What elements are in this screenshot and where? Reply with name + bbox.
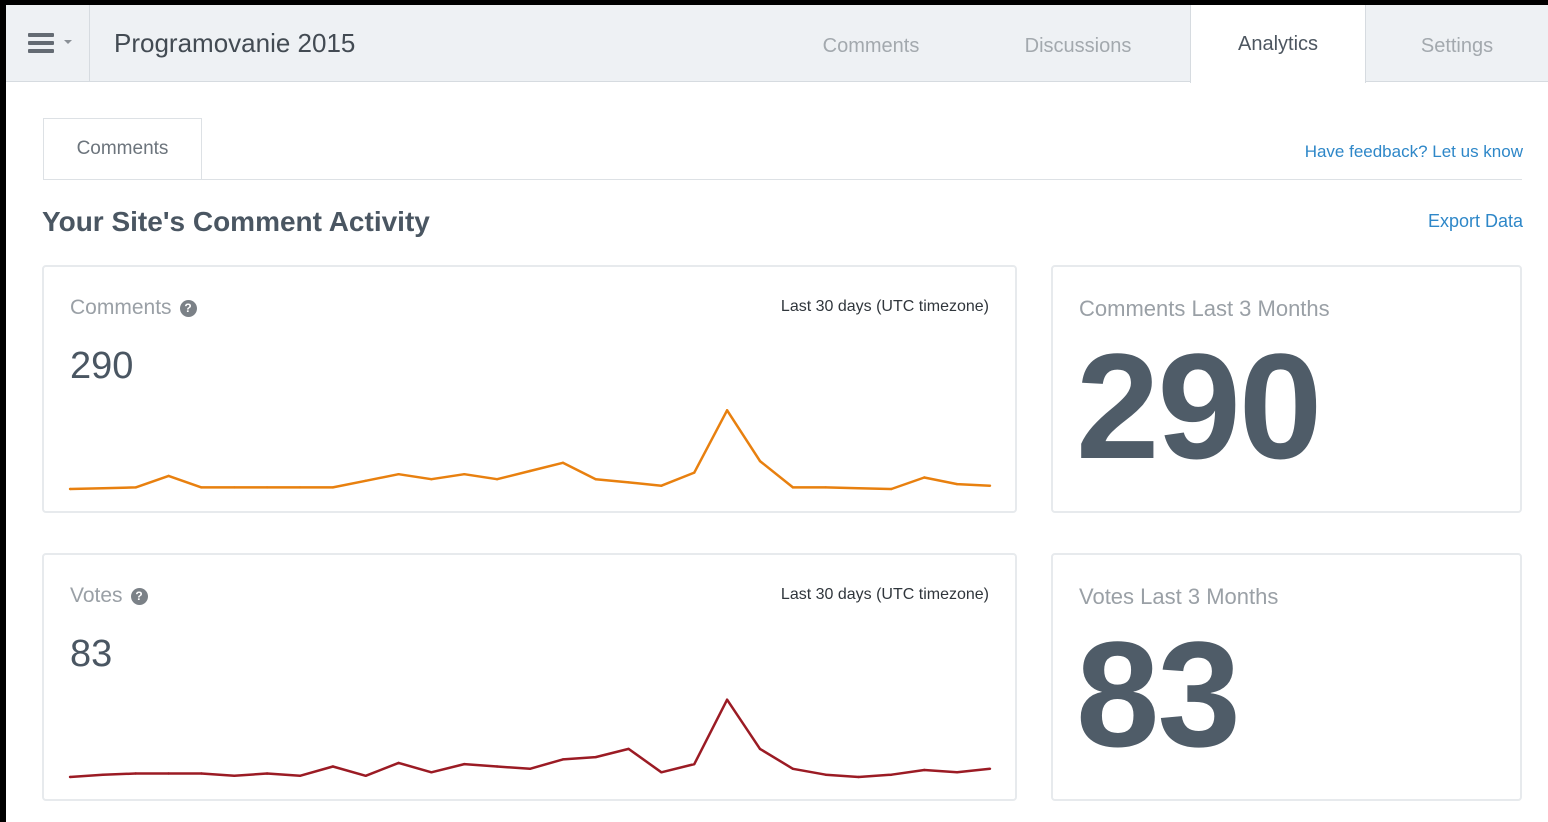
comments-point-19 [693, 471, 696, 474]
votes-point-12 [463, 762, 466, 766]
comments-point-24 [857, 487, 860, 490]
votes-point-9 [364, 774, 367, 777]
votes-point-28 [988, 767, 992, 770]
comments-chart-card: Comments? Last 30 days (UTC timezone) 29… [42, 265, 1017, 513]
comments-point-21 [758, 459, 762, 463]
votes-point-27 [955, 771, 959, 774]
votes-point-17 [627, 747, 630, 751]
comments-series-line [69, 409, 991, 491]
feedback-link[interactable]: Have feedback? Let us know [1305, 142, 1523, 162]
comments-point-11 [430, 478, 433, 481]
main-menu-button[interactable] [6, 5, 90, 82]
comments-summary-title: Comments Last 3 Months [1079, 296, 1330, 321]
votes-point-8 [331, 765, 335, 768]
comments-point-10 [397, 473, 400, 476]
comments-summary-card: Comments Last 3 Months 290 [1051, 265, 1522, 513]
hamburger-menu-icon [28, 33, 54, 53]
tab-settings[interactable]: Settings [1382, 5, 1532, 82]
section-title: Your Site's Comment Activity [42, 206, 430, 237]
tab-analytics[interactable]: Analytics [1190, 5, 1366, 83]
comments-point-14 [528, 469, 532, 473]
votes-point-3 [167, 772, 170, 775]
top-navigation-bar: Programovanie 2015 Comments Discussions … [6, 5, 1548, 83]
votes-summary-title: Votes Last 3 Months [1079, 584, 1279, 609]
comments-sparkline [68, 409, 992, 491]
votes-point-1 [101, 773, 105, 776]
comments-point-27 [955, 482, 959, 486]
comments-point-9 [364, 479, 367, 482]
votes-point-2 [134, 772, 137, 775]
votes-point-0 [68, 775, 72, 779]
comments-point-5 [233, 486, 236, 489]
votes-point-24 [857, 775, 860, 779]
votes-point-23 [824, 773, 827, 776]
subtab-comments[interactable]: Comments [43, 118, 202, 180]
comments-point-1 [101, 487, 105, 490]
export-data-link[interactable]: Export Data [1428, 211, 1523, 232]
votes-point-5 [233, 774, 236, 777]
comments-point-2 [134, 486, 137, 489]
comments-point-8 [331, 486, 335, 489]
comments-summary-value: 290 [1076, 322, 1322, 490]
comments-point-23 [824, 486, 827, 489]
comments-point-20 [725, 409, 729, 412]
comments-point-0 [68, 487, 72, 491]
comments-point-16 [594, 478, 597, 481]
votes-point-16 [594, 755, 597, 759]
votes-summary-value: 83 [1076, 610, 1241, 778]
votes-series-line [69, 698, 991, 779]
site-title: Programovanie 2015 [114, 28, 356, 58]
comments-point-25 [890, 487, 893, 491]
votes-point-7 [298, 774, 302, 777]
tab-discussions[interactable]: Discussions [990, 5, 1166, 82]
comments-point-15 [561, 461, 565, 464]
votes-sparkline [68, 698, 992, 779]
votes-point-22 [791, 767, 795, 770]
comments-point-12 [463, 473, 466, 476]
comments-point-3 [167, 474, 170, 478]
votes-point-10 [397, 761, 400, 765]
votes-point-6 [265, 772, 269, 775]
votes-point-19 [693, 762, 696, 766]
comments-point-22 [791, 486, 795, 489]
votes-point-18 [660, 771, 663, 774]
votes-point-20 [725, 698, 729, 701]
comments-point-17 [627, 481, 630, 484]
tab-comments[interactable]: Comments [790, 5, 952, 82]
votes-chart-card: Votes? Last 30 days (UTC timezone) 83 [42, 553, 1017, 801]
votes-summary-card: Votes Last 3 Months 83 [1051, 553, 1522, 801]
caret-down-icon [64, 40, 72, 44]
comments-point-7 [298, 486, 302, 489]
comments-point-4 [200, 486, 203, 489]
votes-point-14 [528, 767, 532, 770]
subnav-divider [43, 179, 1522, 180]
comments-point-13 [495, 478, 499, 481]
votes-point-25 [890, 773, 893, 776]
votes-point-26 [923, 768, 926, 772]
votes-point-15 [561, 758, 565, 761]
comments-point-6 [265, 486, 269, 489]
comments-point-18 [660, 484, 663, 487]
votes-point-21 [758, 747, 762, 751]
votes-point-13 [495, 765, 499, 768]
comments-point-28 [988, 484, 992, 487]
analytics-page: Programovanie 2015 Comments Discussions … [6, 5, 1548, 822]
comments-point-26 [923, 476, 926, 479]
votes-point-4 [200, 772, 203, 775]
votes-point-11 [430, 771, 433, 774]
